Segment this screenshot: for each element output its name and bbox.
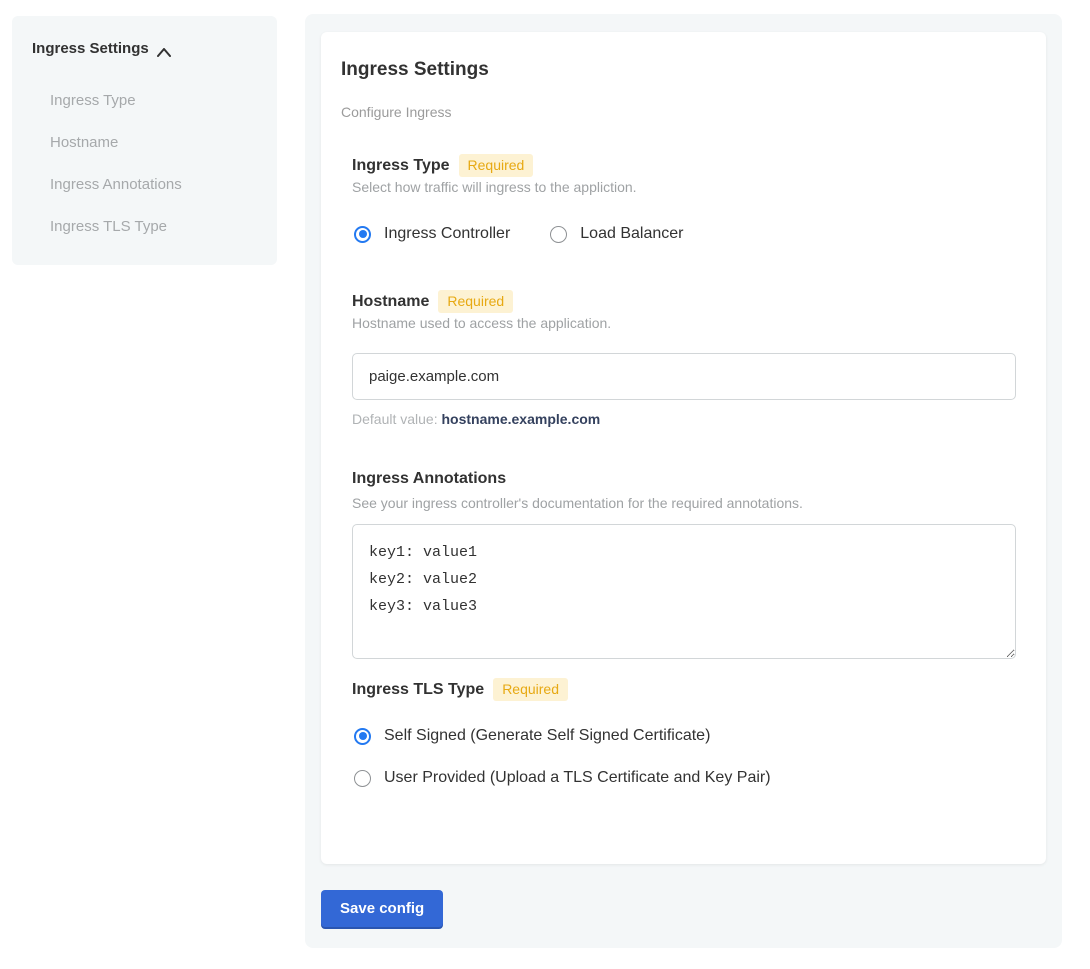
section-heading-hostname: Hostname Required [352, 290, 513, 313]
radio-self-signed[interactable]: Self Signed (Generate Self Signed Certif… [354, 727, 771, 745]
required-badge: Required [459, 154, 534, 177]
radio-label: Ingress Controller [384, 225, 510, 243]
section-heading-ingress-type: Ingress Type Required [352, 154, 533, 177]
chevron-up-icon [157, 44, 171, 53]
sidebar-item-ingress-annotations[interactable]: Ingress Annotations [50, 163, 257, 205]
section-heading-ingress-tls-type: Ingress TLS Type Required [352, 678, 568, 701]
save-config-button[interactable]: Save config [321, 890, 443, 927]
hostname-heading: Hostname [352, 293, 429, 311]
hostname-input[interactable] [352, 353, 1016, 400]
section-heading-ingress-annotations: Ingress Annotations [352, 470, 506, 488]
sidebar-item-ingress-tls-type[interactable]: Ingress TLS Type [50, 205, 257, 247]
page-title: Ingress Settings [341, 59, 489, 81]
required-badge: Required [493, 678, 568, 701]
ingress-annotations-heading: Ingress Annotations [352, 470, 506, 488]
hostname-default-line: Default value: hostname.example.com [352, 411, 600, 427]
sidebar-group-title: Ingress Settings [32, 40, 149, 57]
config-nav-sidebar: Ingress Settings Ingress Type Hostname I… [12, 16, 277, 265]
ingress-tls-type-radio-group: Self Signed (Generate Self Signed Certif… [354, 727, 771, 787]
radio-label: User Provided (Upload a TLS Certificate … [384, 769, 771, 787]
default-value-label: Default value: [352, 411, 442, 427]
radio-user-provided[interactable]: User Provided (Upload a TLS Certificate … [354, 769, 771, 787]
sidebar-item-list: Ingress Type Hostname Ingress Annotation… [32, 79, 257, 247]
config-main-panel: Ingress Settings Configure Ingress Ingre… [305, 14, 1062, 948]
sidebar-item-ingress-type[interactable]: Ingress Type [50, 79, 257, 121]
ingress-type-radio-group: Ingress Controller Load Balancer [354, 225, 683, 243]
ingress-annotations-textarea[interactable] [352, 524, 1016, 659]
ingress-settings-card: Ingress Settings Configure Ingress Ingre… [321, 32, 1046, 864]
hostname-help: Hostname used to access the application. [352, 315, 611, 331]
sidebar-item-hostname[interactable]: Hostname [50, 121, 257, 163]
ingress-type-heading: Ingress Type [352, 157, 450, 175]
radio-load-balancer[interactable]: Load Balancer [550, 225, 683, 243]
ingress-type-help: Select how traffic will ingress to the a… [352, 179, 637, 195]
ingress-tls-type-heading: Ingress TLS Type [352, 681, 484, 699]
required-badge: Required [438, 290, 513, 313]
radio-selected-icon [354, 728, 371, 745]
default-value-text: hostname.example.com [442, 411, 601, 427]
radio-unselected-icon [354, 770, 371, 787]
page-subtitle: Configure Ingress [341, 104, 452, 120]
radio-label: Load Balancer [580, 225, 683, 243]
sidebar-group-ingress-settings[interactable]: Ingress Settings [32, 40, 257, 57]
radio-selected-icon [354, 226, 371, 243]
radio-ingress-controller[interactable]: Ingress Controller [354, 225, 510, 243]
radio-unselected-icon [550, 226, 567, 243]
radio-label: Self Signed (Generate Self Signed Certif… [384, 727, 710, 745]
ingress-annotations-help: See your ingress controller's documentat… [352, 495, 803, 511]
